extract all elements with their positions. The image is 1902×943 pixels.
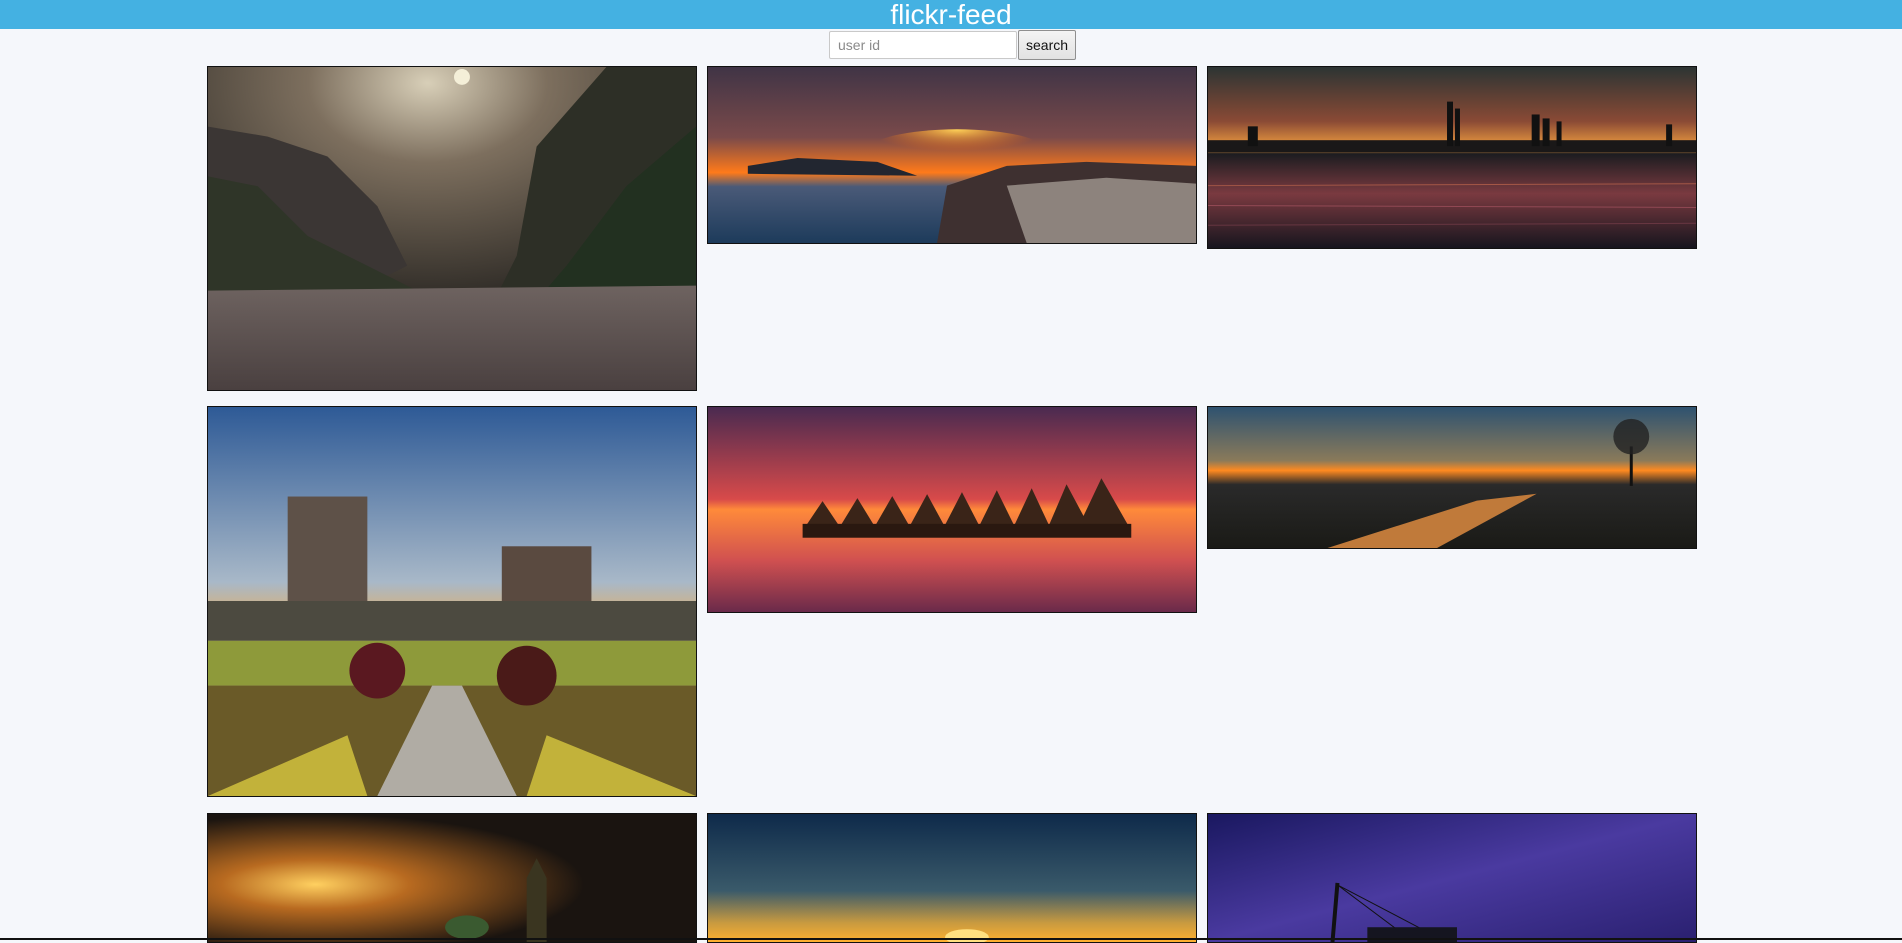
search-bar: search bbox=[829, 30, 1077, 60]
photo-river-valley-sunset[interactable] bbox=[1207, 406, 1697, 549]
photo-floating-houses-sunset[interactable] bbox=[707, 406, 1197, 613]
photo-purple-sky-bridge[interactable] bbox=[1207, 813, 1697, 943]
photo-golden-clouds-church[interactable] bbox=[207, 813, 697, 943]
app-title: flickr-feed bbox=[890, 0, 1012, 30]
user-id-input[interactable] bbox=[829, 31, 1017, 59]
photo-mountain-valley-river[interactable] bbox=[207, 66, 697, 391]
search-button[interactable]: search bbox=[1018, 30, 1077, 60]
app-header: flickr-feed bbox=[0, 0, 1902, 29]
photo-castle-garden[interactable] bbox=[207, 406, 697, 797]
photo-coastal-sunset[interactable] bbox=[707, 66, 1197, 244]
photo-city-skyline-water[interactable] bbox=[1207, 66, 1697, 249]
photo-horizon-sunrise[interactable] bbox=[707, 813, 1197, 943]
